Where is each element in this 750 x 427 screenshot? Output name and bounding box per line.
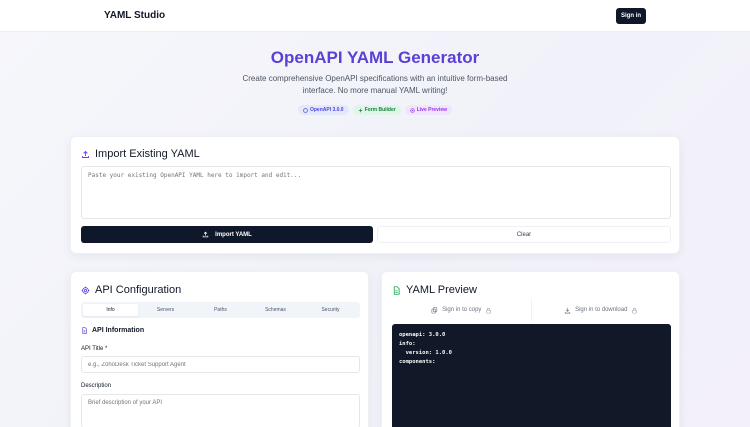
tab-paths[interactable]: Paths [193,304,248,316]
import-yaml-heading: Import Existing YAML [81,148,200,160]
yaml-code-preview: openapi: 3.0.0 info: version: 1.0.0 comp… [392,324,671,427]
eye-icon [410,107,415,113]
tab-info[interactable]: Info [83,304,138,316]
gear-icon [81,286,90,295]
description-textarea[interactable] [81,394,360,427]
api-title-label: API Title * [81,346,108,352]
badge-live-preview: Live Preview [404,105,453,115]
yaml-preview-heading: YAML Preview [392,284,477,296]
feature-badges: OpenAPI 3.0.0 Form Builder Live Preview [0,105,750,115]
import-yaml-card: Import Existing YAML Import YAML Clear [70,136,680,254]
lock-icon [485,307,492,314]
tab-security[interactable]: Security [303,304,358,316]
upload-icon [202,231,209,238]
badge-openapi: OpenAPI 3.0.0 [297,105,349,115]
badge-form-builder: Form Builder [352,105,401,115]
upload-icon [81,150,90,159]
page-subtitle: Create comprehensive OpenAPI specificati… [242,74,508,95]
file-icon [392,285,401,295]
tab-servers[interactable]: Servers [138,304,193,316]
brand-logo[interactable]: YAML Studio [104,10,165,21]
import-yaml-button[interactable]: Import YAML [81,226,373,243]
yaml-import-textarea[interactable] [81,166,671,219]
api-configuration-heading: API Configuration [81,284,181,296]
download-icon [564,307,571,314]
tab-schemas[interactable]: Schemas [248,304,303,316]
top-navbar: YAML Studio Sign in [0,0,750,32]
api-title-input[interactable] [81,356,360,373]
api-configuration-card: API Configuration Info Servers Paths Sch… [70,271,369,427]
sign-in-button[interactable]: Sign in [616,8,646,24]
plus-icon [358,108,363,113]
page-title: OpenAPI YAML Generator [270,48,480,67]
download-button[interactable]: Sign in to download [532,304,672,316]
config-tabs: Info Servers Paths Schemas Security [81,302,360,318]
document-icon [81,327,88,334]
yaml-preview-card: YAML Preview Sign in to copy Sign in to … [381,271,680,427]
api-information-heading: API Information [81,327,144,334]
shield-icon [303,107,308,113]
copy-button[interactable]: Sign in to copy [392,304,532,316]
copy-icon [431,306,438,314]
lock-icon [631,307,638,314]
preview-actions: Sign in to copy Sign in to download [392,304,671,316]
description-label: Description [81,383,112,389]
clear-button[interactable]: Clear [377,226,671,243]
